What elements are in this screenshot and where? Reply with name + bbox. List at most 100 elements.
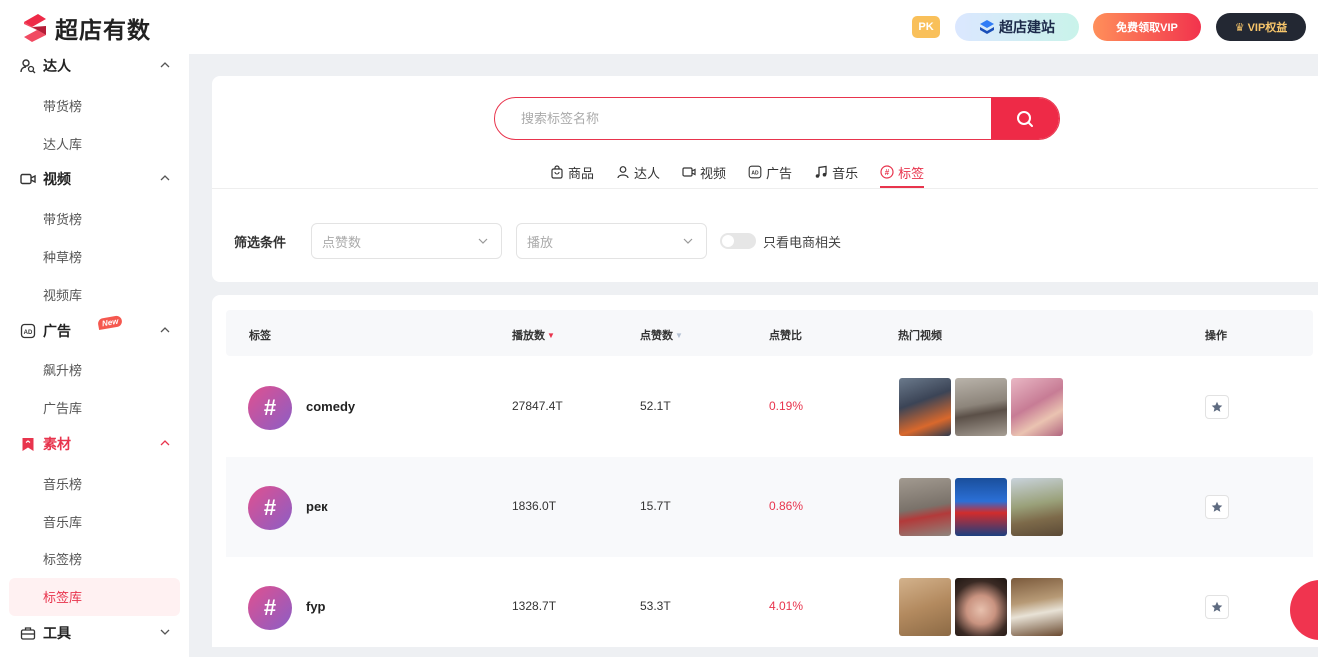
sidebar-section-tools[interactable]: 工具 [20,621,175,645]
likes-value: 53.3T [640,599,671,613]
likes-select[interactable]: 点赞数 [311,223,502,259]
sidebar-section-video[interactable]: 视频 [20,167,175,191]
pk-button[interactable]: PK [912,16,940,38]
tag-name[interactable]: рек [306,499,328,514]
chevron-down-icon [683,238,693,244]
logo-text: 超店有数 [55,17,151,43]
favorite-button[interactable] [1205,595,1229,619]
person-icon [617,166,629,179]
tag-name[interactable]: comedy [306,399,355,414]
search-input[interactable] [495,98,993,139]
sidebar-item-ad-biaosheng[interactable]: 飙升榜 [43,360,82,379]
tag-name[interactable]: fyp [306,599,326,614]
svg-text:#: # [885,168,890,177]
video-thumbnail[interactable] [899,578,951,636]
sort-icon: ▼ [675,330,683,340]
col-likes[interactable]: 点赞数 ▼ [640,327,683,343]
sidebar-item-music-bang[interactable]: 音乐榜 [43,474,82,493]
video-icon [20,171,36,187]
sidebar-selected-highlight [9,578,180,616]
video-thumbnail[interactable] [1011,378,1063,436]
likes-select-placeholder: 点赞数 [322,234,362,250]
chevron-up-icon [160,62,170,68]
jianzhan-label: 超店建站 [999,19,1055,35]
ratio-value: 4.01% [769,599,804,613]
sidebar-item-tag-bang[interactable]: 标签榜 [43,549,82,568]
vip-rights-label: VIP权益 [1247,22,1288,34]
chevron-up-icon [160,327,170,333]
table-row[interactable]: # fyp 1328.7T 53.3T 4.01% [226,557,1313,647]
col-plays[interactable]: 播放数 ▼ [512,327,555,343]
favorite-button[interactable] [1205,495,1229,519]
sidebar-item-daren-ku[interactable]: 达人库 [43,134,82,153]
tag-icon: # [880,165,894,179]
tab-label: 视频 [700,165,727,181]
tab-goods[interactable]: 商品 [550,160,594,184]
video-thumbnail[interactable] [899,478,951,536]
ad-icon: AD [20,323,36,339]
hashtag-icon: # [248,386,292,430]
music-icon [815,165,827,178]
col-likes-label: 点赞数 [640,330,673,342]
tab-label: 达人 [634,165,661,181]
likes-value: 52.1T [640,399,671,413]
likes-value: 15.7T [640,499,671,513]
video-thumbnail[interactable] [899,378,951,436]
chevron-up-icon [160,175,170,181]
tab-video[interactable]: 视频 [682,160,726,184]
tab-label: 音乐 [832,165,859,181]
bag-icon [551,165,563,179]
sidebar-item-video-ku[interactable]: 视频库 [43,285,82,304]
video-thumbnail[interactable] [1011,578,1063,636]
tab-daren[interactable]: 达人 [616,160,660,184]
filter-label: 筛选条件 [234,235,287,250]
sidebar-item-daren-daihuo[interactable]: 带货榜 [43,96,82,115]
vip-rights-button[interactable]: ♛ VIP权益 [1216,13,1306,41]
sidebar-item-video-zhongcao[interactable]: 种草榜 [43,247,82,266]
video-thumbnail[interactable] [1011,478,1063,536]
free-vip-button[interactable]: 免费领取VIP [1093,13,1201,41]
sidebar-section-label: 广告 [43,323,71,339]
video-thumbnail[interactable] [955,478,1007,536]
tab-music[interactable]: 音乐 [814,160,858,184]
sidebar-section-label: 视频 [43,171,71,187]
ecommerce-toggle[interactable] [720,233,756,249]
tab-tag[interactable]: # 标签 [880,160,925,188]
user-search-icon [20,58,36,74]
tab-label: 标签 [898,165,925,181]
sidebar-item-tag-ku[interactable]: 标签库 [43,587,82,606]
table-row[interactable]: # рек 1836.0T 15.7T 0.86% [226,457,1313,557]
star-icon [1211,501,1223,512]
jianzhan-button[interactable]: 超店建站 [955,13,1079,41]
video-thumbnail[interactable] [955,378,1007,436]
search-button[interactable] [991,98,1059,139]
tab-label: 商品 [568,165,595,181]
sidebar-section-label: 工具 [43,625,71,641]
sidebar-section-label: 素材 [43,436,71,452]
ratio-value: 0.86% [769,499,804,513]
search-card: 商品 达人 视频 AD 广告 音乐 # 标签 筛选条件 点赞数 播放 只看电 [212,76,1318,282]
tag-table-card: 标签 播放数 ▼ 点赞数 ▼ 点赞比 热门视频 操作 # comedy 2784… [212,295,1318,647]
sidebar-item-music-ku[interactable]: 音乐库 [43,512,82,531]
ad-icon: AD [748,165,762,179]
svg-text:AD: AD [24,330,33,336]
col-tag: 标签 [249,330,271,342]
video-thumbnail[interactable] [955,578,1007,636]
plays-select[interactable]: 播放 [516,223,707,259]
plays-value: 1328.7T [512,599,557,613]
bookmark-icon [20,436,36,452]
toolbox-icon [20,625,36,641]
table-row[interactable]: # comedy 27847.4T 52.1T 0.19% [226,357,1313,457]
sidebar-section-daren[interactable]: 达人 [20,54,175,78]
sidebar-item-ad-ku[interactable]: 广告库 [43,398,82,417]
favorite-button[interactable] [1205,395,1229,419]
sidebar-section-sucai[interactable]: 素材 [20,432,175,456]
col-hot-videos: 热门视频 [898,330,942,342]
star-icon [1211,401,1223,412]
search-box [494,97,1060,140]
tab-ad[interactable]: AD 广告 [748,160,792,184]
plays-select-placeholder: 播放 [527,234,554,250]
svg-text:AD: AD [751,171,759,177]
sidebar-item-video-daihuo[interactable]: 带货榜 [43,209,82,228]
logo[interactable]: 超店有数 [20,11,151,45]
